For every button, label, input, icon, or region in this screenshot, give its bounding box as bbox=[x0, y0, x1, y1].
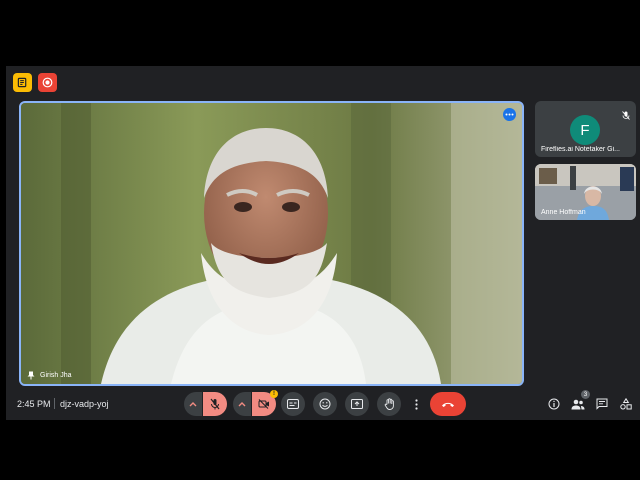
meet-window: Girish Jha F Fireflies.ai Notetaker Gi..… bbox=[6, 66, 640, 420]
avatar: F bbox=[570, 115, 600, 145]
main-tile-label: Girish Jha bbox=[27, 371, 72, 380]
emoji-icon bbox=[319, 398, 331, 410]
info-icon bbox=[548, 398, 560, 410]
meeting-time: 2:45 PM bbox=[17, 399, 51, 409]
side-participant-name: Anne Hoffman bbox=[541, 209, 586, 216]
chevron-up-icon bbox=[189, 402, 197, 407]
microphone-toggle-button[interactable] bbox=[203, 392, 227, 416]
captions-button[interactable] bbox=[281, 392, 305, 416]
meeting-code: djz-vadp-yoj bbox=[60, 399, 109, 409]
chat-button[interactable] bbox=[594, 396, 610, 412]
captions-icon bbox=[287, 399, 299, 409]
meeting-details-button[interactable] bbox=[546, 396, 562, 412]
present-screen-button[interactable] bbox=[345, 392, 369, 416]
chat-icon bbox=[596, 398, 608, 410]
video-options-button[interactable] bbox=[233, 392, 251, 416]
pin-icon bbox=[27, 371, 35, 380]
recording-indicator[interactable] bbox=[38, 73, 57, 92]
leave-call-button[interactable] bbox=[430, 392, 466, 416]
present-icon bbox=[351, 399, 363, 409]
hang-up-icon bbox=[442, 402, 454, 407]
activities-button[interactable] bbox=[618, 396, 634, 412]
camera-toggle-button[interactable]: ! bbox=[252, 390, 278, 416]
reactions-button[interactable] bbox=[313, 392, 337, 416]
mic-off-icon bbox=[210, 398, 220, 410]
hand-icon bbox=[384, 398, 394, 410]
more-options-button[interactable] bbox=[407, 392, 425, 416]
people-button[interactable]: 3 bbox=[570, 390, 590, 412]
side-tile-anne[interactable]: Anne Hoffman bbox=[535, 164, 636, 220]
audio-options-button[interactable] bbox=[184, 392, 202, 416]
main-participant-name: Girish Jha bbox=[40, 372, 72, 379]
mic-off-icon bbox=[622, 107, 630, 125]
camera-warning-badge: ! bbox=[270, 390, 278, 398]
tile-options-button[interactable] bbox=[503, 108, 516, 121]
participant-video bbox=[21, 103, 522, 384]
side-participant-name: Fireflies.ai Notetaker Gi... bbox=[541, 146, 620, 153]
main-video-tile[interactable]: Girish Jha bbox=[19, 101, 524, 386]
side-tile-fireflies[interactable]: F Fireflies.ai Notetaker Gi... bbox=[535, 101, 636, 157]
divider bbox=[54, 398, 55, 409]
notes-icon bbox=[17, 77, 27, 88]
people-count-badge: 3 bbox=[581, 390, 590, 399]
more-horizontal-icon bbox=[505, 113, 514, 116]
record-icon bbox=[42, 77, 53, 88]
raise-hand-button[interactable] bbox=[377, 392, 401, 416]
top-indicators bbox=[13, 73, 57, 92]
meeting-controls-bar: 2:45 PM djz-vadp-yoj ! 3 bbox=[6, 390, 640, 419]
camera-off-icon bbox=[258, 399, 269, 409]
notes-indicator[interactable] bbox=[13, 73, 32, 92]
more-vertical-icon bbox=[414, 398, 418, 410]
people-icon bbox=[571, 399, 585, 409]
chevron-up-icon bbox=[238, 402, 246, 407]
activities-icon bbox=[620, 398, 632, 410]
